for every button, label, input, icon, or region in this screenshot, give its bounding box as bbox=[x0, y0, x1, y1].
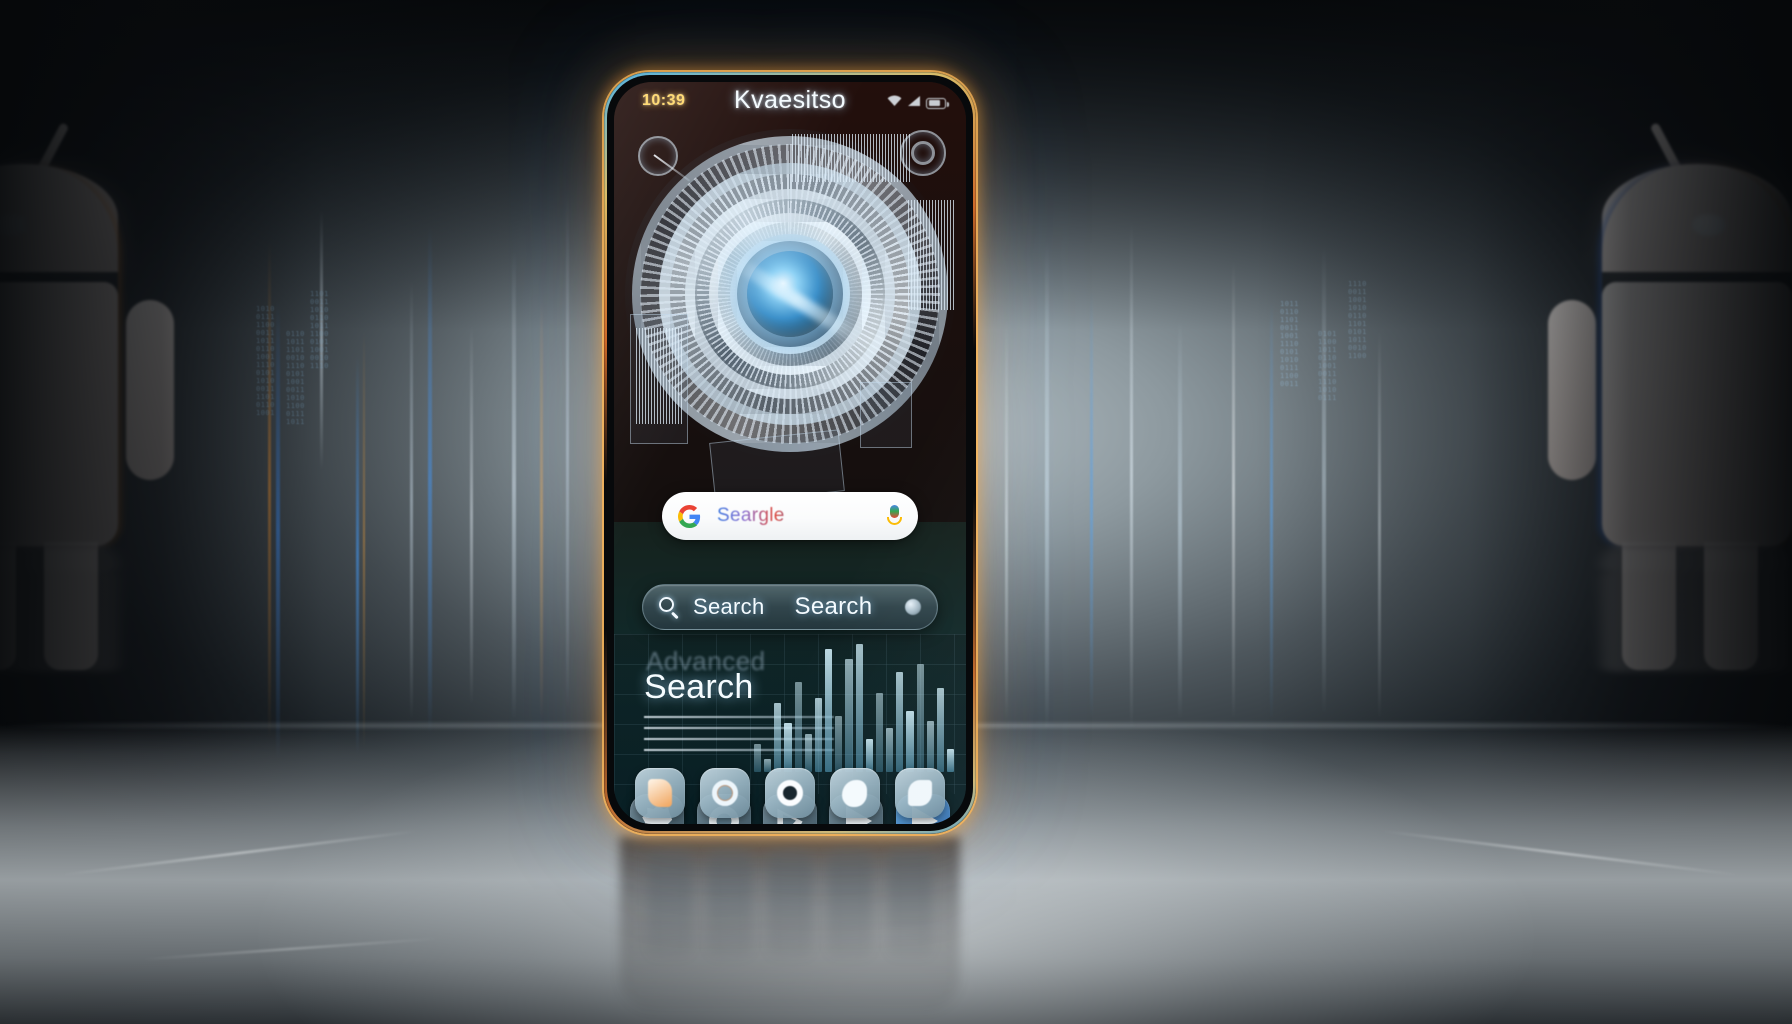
chart-bar bbox=[906, 710, 914, 772]
hud-box-panel bbox=[860, 382, 912, 448]
chart-bar bbox=[926, 720, 934, 772]
chart-bar bbox=[814, 697, 823, 772]
hud-bar-top bbox=[792, 134, 912, 182]
search-placeholder-left: Search bbox=[693, 594, 765, 619]
avatar[interactable] bbox=[905, 599, 921, 615]
phone-reflection-icons bbox=[640, 848, 940, 968]
phone-screen: 10:39 Kvaesitso Seargle Search Search Ad… bbox=[614, 82, 966, 824]
bar-chart bbox=[754, 640, 955, 772]
hud-dial-right-inner bbox=[911, 141, 935, 165]
phone-device: 10:39 Kvaesitso Seargle Search Search Ad… bbox=[604, 72, 976, 834]
google-g-icon bbox=[678, 504, 701, 528]
chart-bar bbox=[896, 672, 904, 772]
wallpaper bbox=[614, 82, 966, 522]
hud-bar-left-lower bbox=[636, 328, 682, 424]
chart-bar bbox=[865, 738, 873, 772]
chart-bar bbox=[886, 728, 894, 772]
google-search-input[interactable]: Seargle bbox=[717, 505, 887, 527]
chart-bar bbox=[804, 733, 812, 772]
chart-bar bbox=[916, 664, 924, 772]
chart-bar bbox=[936, 687, 944, 772]
search-input[interactable]: Search Search bbox=[693, 593, 891, 621]
contacts-dock-icon[interactable] bbox=[829, 768, 880, 818]
scene-root: 1010 0111 1100 0011 1011 0110 1001 1110 … bbox=[0, 0, 1792, 1024]
photos-dock-icon[interactable] bbox=[700, 768, 751, 818]
chart-bar bbox=[825, 649, 833, 772]
chart-bar bbox=[774, 702, 782, 772]
files-dock-icon[interactable] bbox=[635, 768, 686, 818]
microphone-icon[interactable] bbox=[887, 505, 902, 527]
signal-icon bbox=[907, 94, 921, 112]
chart-bar bbox=[835, 715, 843, 772]
chart-bar bbox=[845, 659, 853, 772]
battery-icon bbox=[926, 97, 949, 109]
search-placeholder-right: Search bbox=[794, 593, 873, 620]
chart-bar bbox=[794, 682, 802, 772]
content-area: Advanced Search Search Antiagu bbox=[614, 634, 966, 824]
wifi-icon bbox=[887, 94, 902, 112]
magnifier-icon bbox=[659, 597, 679, 620]
status-icons bbox=[887, 94, 949, 112]
messages-dock-icon[interactable] bbox=[894, 768, 945, 818]
chart-bar bbox=[875, 692, 884, 772]
section-heading: Search bbox=[644, 668, 754, 706]
status-bar: 10:39 Kvaesitso bbox=[614, 82, 966, 126]
chart-bar bbox=[784, 723, 792, 772]
hud-bar-right bbox=[908, 200, 954, 310]
dock bbox=[614, 768, 966, 818]
chart-bar bbox=[855, 644, 863, 772]
camera-dock-icon[interactable] bbox=[764, 768, 815, 818]
google-search-widget[interactable]: Seargle bbox=[662, 492, 918, 540]
search-bar[interactable]: Search Search bbox=[642, 584, 938, 630]
